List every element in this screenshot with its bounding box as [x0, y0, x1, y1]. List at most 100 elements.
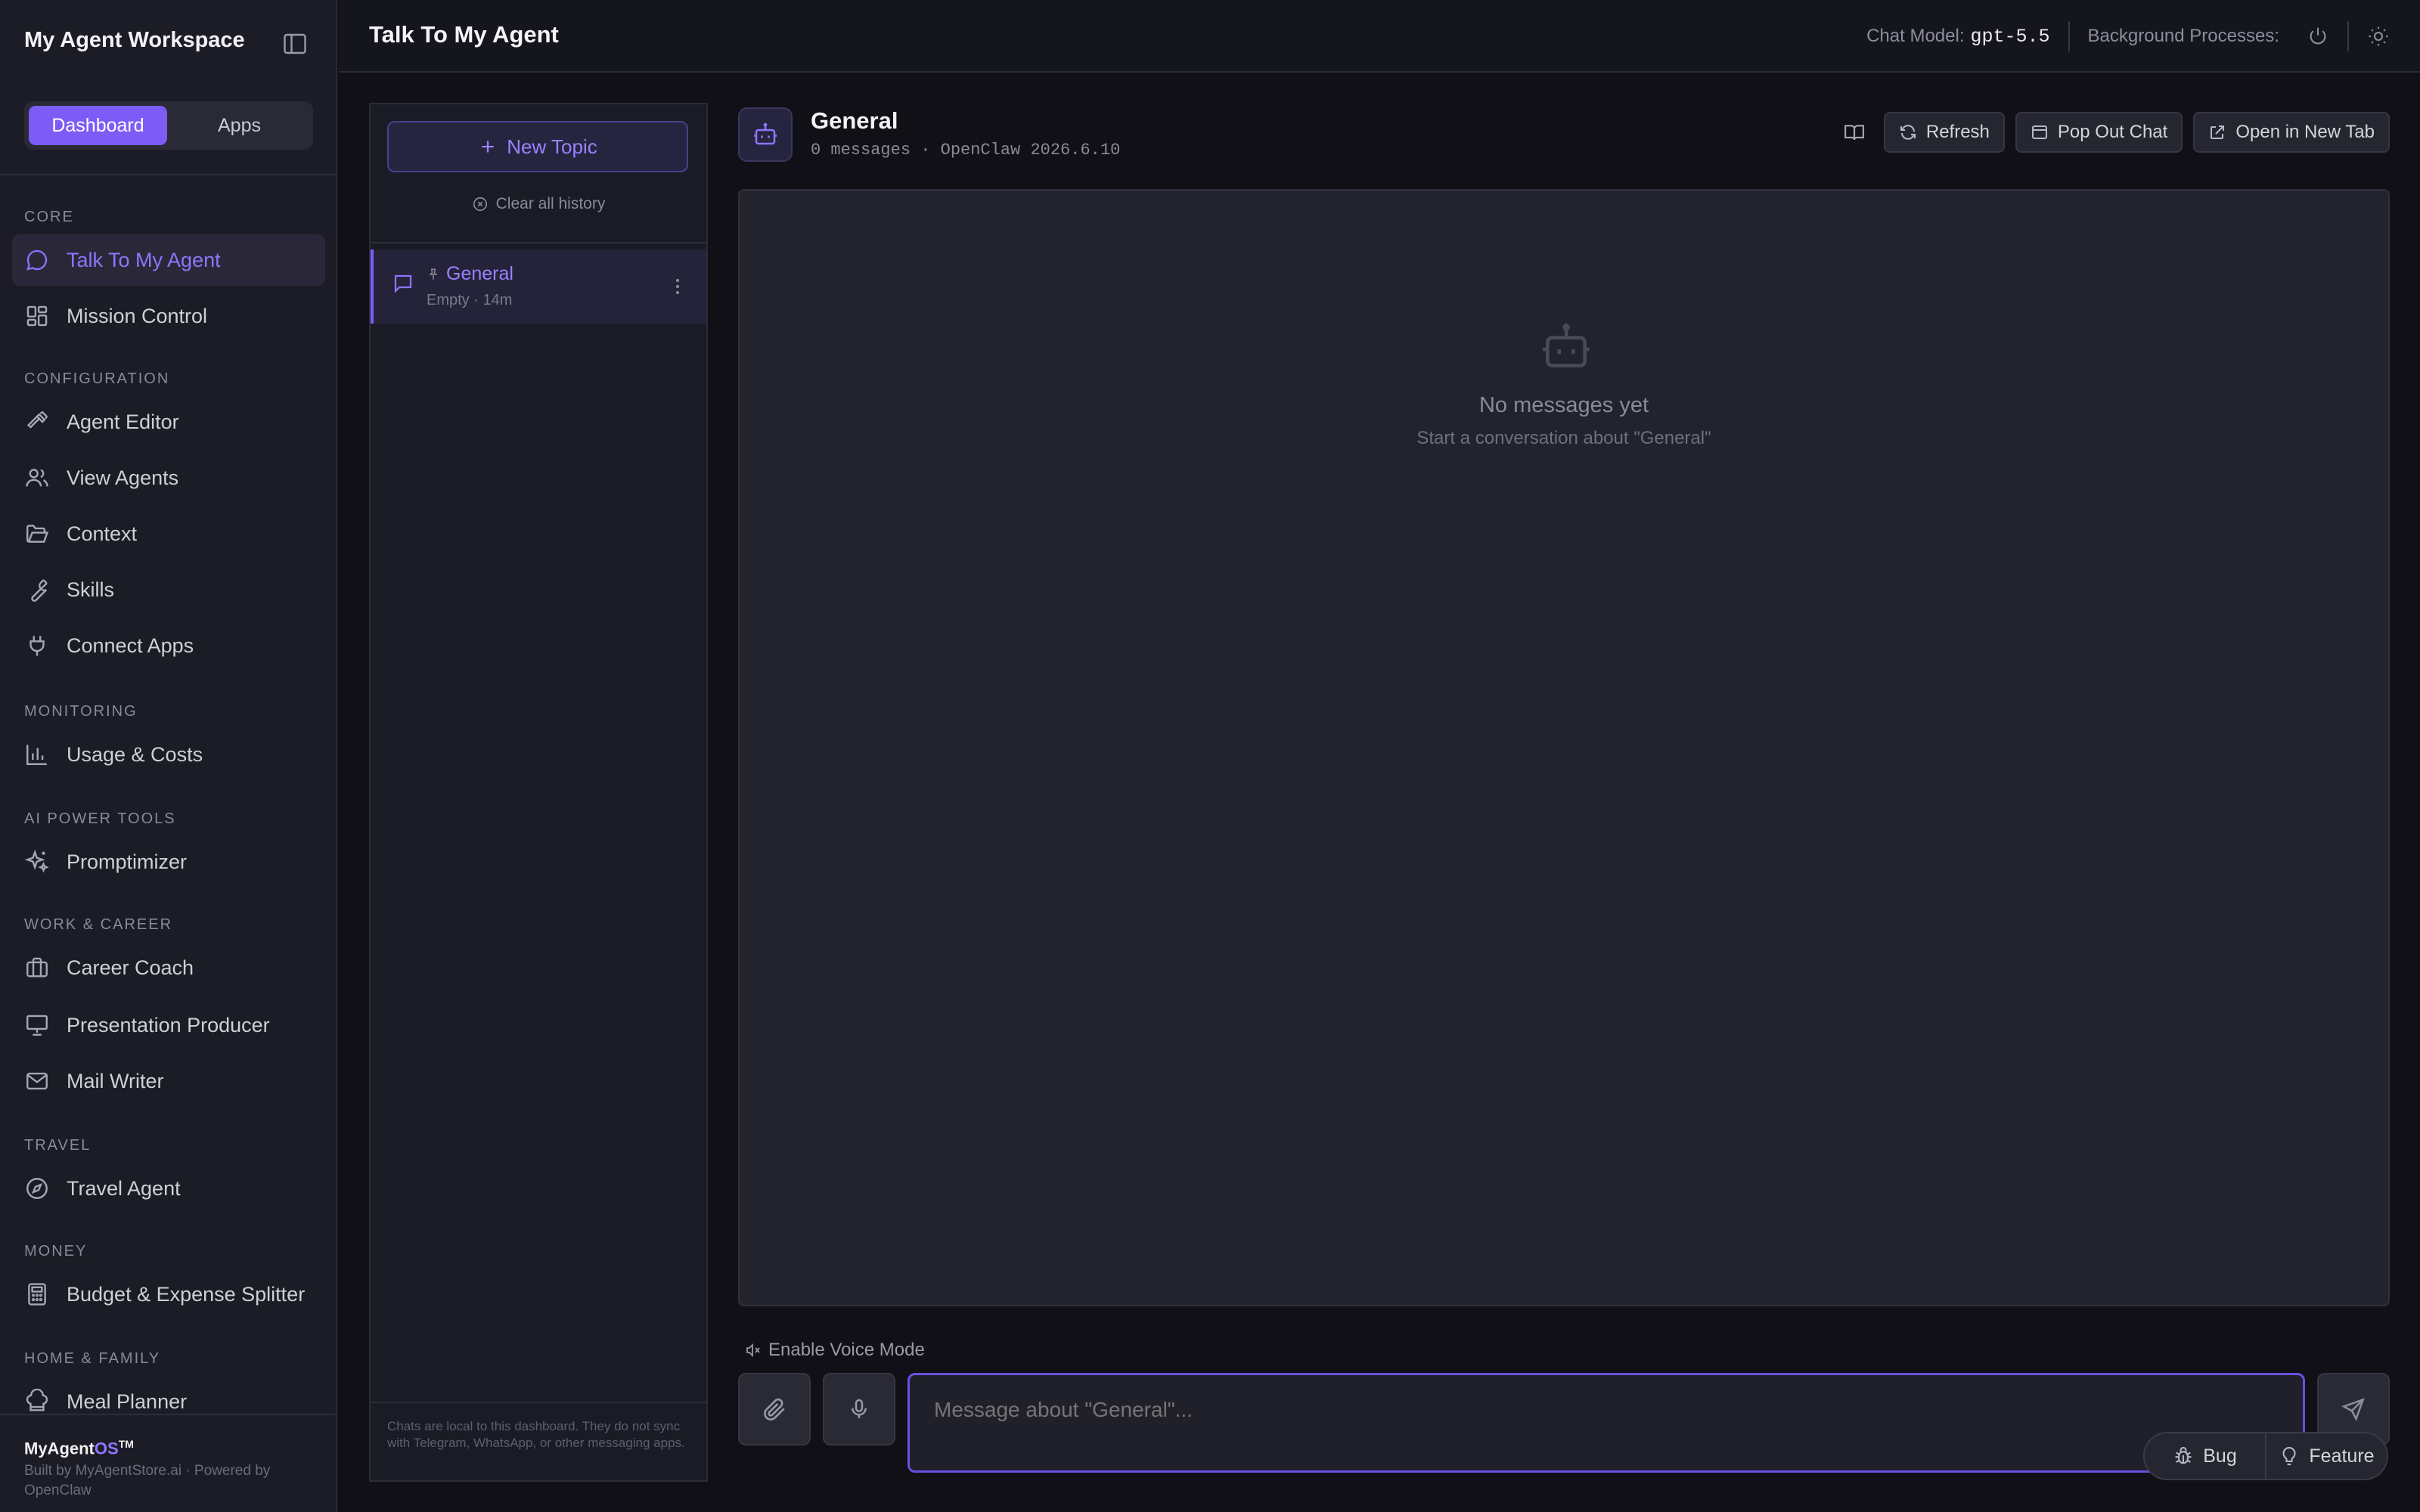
- sidebar-item-usage-costs[interactable]: Usage & Costs: [12, 729, 325, 780]
- sidebar-footer: MyAgentOSTM Built by MyAgentStore.ai · P…: [0, 1414, 337, 1512]
- chat-model-value[interactable]: gpt-5.5: [1971, 26, 2050, 48]
- hammer-icon: [24, 409, 50, 435]
- open-in-new-tab-button[interactable]: Open in New Tab: [2193, 112, 2390, 153]
- topics-divider: [371, 242, 706, 243]
- sidebar-item-view-agents[interactable]: View Agents: [12, 452, 325, 503]
- clear-history-label: Clear all history: [495, 195, 606, 212]
- tab-dashboard[interactable]: Dashboard: [29, 106, 167, 145]
- wrench-icon: [24, 577, 50, 603]
- sidebar-item-label: Mission Control: [67, 304, 208, 327]
- power-icon[interactable]: [2307, 25, 2329, 48]
- message-input[interactable]: [908, 1373, 2305, 1473]
- section-label-configuration: CONFIGURATION: [24, 370, 170, 387]
- brand-name: MyAgent: [24, 1439, 95, 1458]
- bug-label: Bug: [2203, 1445, 2237, 1467]
- messages-area: No messages yet Start a conversation abo…: [738, 189, 2390, 1306]
- bug-icon: [2175, 1446, 2192, 1464]
- feedback-pill: Bug Feature: [2143, 1432, 2388, 1480]
- pop-out-chat-label: Pop Out Chat: [2057, 122, 2168, 142]
- empty-state-title: No messages yet: [1478, 393, 1649, 417]
- sidebar-item-travel-agent[interactable]: Travel Agent: [12, 1163, 325, 1214]
- divider: [2347, 21, 2349, 51]
- sidebar-item-label: Promptimizer: [67, 850, 188, 873]
- section-label-money: MONEY: [24, 1243, 88, 1259]
- chat-model-label: Chat Model:: [1866, 26, 1965, 46]
- sidebar-item-label: Budget & Expense Splitter: [67, 1282, 306, 1306]
- view-switcher: Dashboard Apps: [24, 101, 313, 150]
- book-open-icon[interactable]: [1835, 112, 1873, 153]
- divider: [2068, 21, 2070, 51]
- tab-apps[interactable]: Apps: [170, 106, 309, 145]
- sidebar-item-mail-writer[interactable]: Mail Writer: [12, 1055, 325, 1107]
- refresh-button[interactable]: Refresh: [1883, 112, 2005, 153]
- sidebar-toggle-icon[interactable]: [281, 30, 309, 57]
- clear-history-button[interactable]: Clear all history: [371, 195, 706, 213]
- section-label-ai-power-tools: AI POWER TOOLS: [24, 810, 176, 827]
- refresh-label: Refresh: [1925, 122, 1990, 142]
- sidebar-item-label: Agent Editor: [67, 410, 179, 433]
- sidebar-item-talk-to-my-agent[interactable]: Talk To My Agent: [12, 234, 325, 286]
- sidebar-item-career-coach[interactable]: Career Coach: [12, 942, 325, 993]
- plus-icon: [482, 141, 494, 153]
- background-processes-label: Background Processes:: [2087, 26, 2279, 46]
- compass-icon: [24, 1176, 50, 1201]
- feature-request-button[interactable]: Feature: [2266, 1433, 2387, 1479]
- chat-bubble-icon: [24, 247, 50, 273]
- calculator-icon: [24, 1281, 50, 1307]
- paperclip-icon: [764, 1398, 785, 1421]
- sidebar-item-label: Presentation Producer: [67, 1013, 270, 1036]
- enable-voice-mode-toggle[interactable]: Enable Voice Mode: [744, 1340, 925, 1361]
- presentation-icon: [24, 1012, 50, 1038]
- sidebar: My Agent Workspace Dashboard Apps CORE T…: [0, 0, 337, 1512]
- users-icon: [24, 465, 50, 491]
- send-icon: [2341, 1398, 2365, 1421]
- attach-button[interactable]: [738, 1373, 811, 1445]
- topic-item-general[interactable]: General Empty · 14m: [371, 249, 706, 324]
- bug-report-button[interactable]: Bug: [2145, 1433, 2265, 1479]
- sparkles-icon: [24, 849, 50, 875]
- sidebar-item-connect-apps[interactable]: Connect Apps: [12, 620, 325, 671]
- topic-meta: Empty · 14m: [427, 292, 513, 308]
- sidebar-item-label: Context: [67, 522, 138, 545]
- dashboard-grid-icon: [24, 303, 50, 329]
- speaker-muted-icon: [746, 1343, 760, 1358]
- microphone-icon: [852, 1399, 867, 1418]
- sidebar-item-context[interactable]: Context: [12, 508, 325, 559]
- pin-icon[interactable]: [427, 268, 440, 281]
- workspace-title: My Agent Workspace: [24, 28, 245, 52]
- sidebar-item-presentation-producer[interactable]: Presentation Producer: [12, 999, 325, 1051]
- brand-trademark: TM: [118, 1438, 134, 1450]
- sidebar-item-meal-planner[interactable]: Meal Planner: [12, 1376, 325, 1414]
- voice-mode-label: Enable Voice Mode: [768, 1340, 925, 1360]
- sidebar-item-budget-expense-splitter[interactable]: Budget & Expense Splitter: [12, 1269, 325, 1320]
- sidebar-item-agent-editor[interactable]: Agent Editor: [12, 396, 325, 448]
- message-square-icon: [392, 272, 414, 295]
- sidebar-item-label: Usage & Costs: [67, 742, 203, 766]
- topics-panel: New Topic Clear all history General Empt…: [369, 103, 708, 1482]
- pop-out-chat-button[interactable]: Pop Out Chat: [2015, 112, 2183, 153]
- lightbulb-icon: [2282, 1446, 2296, 1466]
- sidebar-item-label: Mail Writer: [67, 1069, 164, 1092]
- sun-theme-icon[interactable]: [2367, 25, 2390, 48]
- sidebar-item-skills[interactable]: Skills: [12, 564, 325, 615]
- clear-circle-icon: [473, 197, 487, 212]
- sidebar-item-label: Connect Apps: [67, 634, 194, 657]
- bar-chart-icon: [24, 742, 50, 767]
- microphone-button[interactable]: [823, 1373, 895, 1445]
- folder-open-icon: [24, 521, 50, 547]
- section-label-home-family: HOME & FAMILY: [24, 1350, 161, 1367]
- feature-label: Feature: [2309, 1445, 2375, 1467]
- sidebar-item-mission-control[interactable]: Mission Control: [12, 290, 325, 342]
- section-label-core: CORE: [24, 209, 74, 225]
- chat-title: General: [811, 107, 898, 134]
- sidebar-item-label: Talk To My Agent: [67, 248, 221, 271]
- sidebar-item-promptimizer[interactable]: Promptimizer: [12, 836, 325, 888]
- open-in-new-tab-label: Open in New Tab: [2235, 122, 2375, 142]
- top-bar-status: Chat Model: gpt-5.5 Background Processes…: [1866, 20, 2390, 53]
- more-vertical-icon[interactable]: [669, 275, 687, 298]
- top-bar: Talk To My Agent Chat Model: gpt-5.5 Bac…: [339, 0, 2420, 73]
- new-topic-label: New Topic: [507, 135, 597, 158]
- external-link-icon: [2211, 125, 2225, 139]
- new-topic-button[interactable]: New Topic: [387, 121, 688, 172]
- built-by-text: Built by MyAgentStore.ai · Powered by Op…: [24, 1463, 271, 1499]
